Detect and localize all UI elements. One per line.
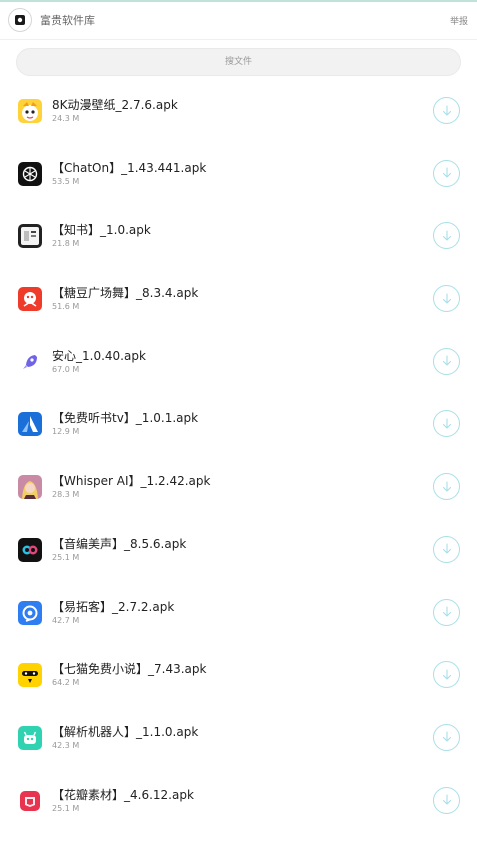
file-row[interactable]: 【ChatOn】_1.43.441.apk 53.5 M [0,141,477,204]
file-name: 8K动漫壁纸_2.7.6.apk [52,98,178,112]
file-size: 12.9 M [52,427,80,437]
download-button[interactable] [433,723,460,751]
file-row[interactable]: 安心_1.0.40.apk 67.0 M [0,329,477,392]
download-icon [439,165,455,181]
download-icon [439,792,455,808]
app-logo-icon[interactable] [8,8,32,32]
anime-wallpaper-icon [18,99,42,123]
file-row[interactable]: 【易拓客】_2.7.2.apk 42.7 M [0,580,477,643]
qimao-icon [18,663,42,688]
file-size: 25.1 M [52,552,80,562]
file-row[interactable]: 【免费听书tv】_1.0.1.apk 12.9 M [0,391,477,454]
file-name: 【七猫免费小说】_7.43.apk [52,662,207,677]
download-button[interactable] [433,347,460,375]
download-button[interactable] [433,598,460,626]
file-row[interactable]: 【音编美声】_8.5.6.apk 25.1 M [0,517,477,580]
file-row[interactable]: 【知书】_1.0.apk 21.8 M [0,203,477,266]
file-name: 【ChatOn】_1.43.441.apk [52,160,207,175]
download-button[interactable] [433,473,460,501]
file-name: 【知书】_1.0.apk [52,223,151,238]
file-row[interactable]: 【七猫免费小说】_7.43.apk 64.2 M [0,642,477,705]
file-name: 【糖豆广场舞】_8.3.4.apk [52,286,199,301]
file-name: 【音编美声】_8.5.6.apk [52,536,187,551]
file-row[interactable]: 8K动漫壁纸_2.7.6.apk 24.3 M [0,78,477,141]
download-icon [439,667,455,683]
file-name: 安心_1.0.40.apk [52,348,146,363]
download-icon [439,416,455,432]
file-size: 51.6 M [52,302,80,312]
download-button[interactable] [433,222,460,250]
tangdou-icon [18,287,42,312]
file-row[interactable]: 【糖豆广场舞】_8.3.4.apk 51.6 M [0,266,477,329]
download-button[interactable] [433,786,460,814]
download-button[interactable] [433,661,460,689]
file-row[interactable]: 【Whisper AI】_1.2.42.apk 28.3 M [0,454,477,517]
file-size: 42.7 M [52,615,80,625]
file-name: 【花瓣素材】_4.6.12.apk [52,787,194,802]
robot-icon [18,725,42,750]
search-input[interactable]: 搜文件 [16,48,461,76]
rocket-icon [18,349,42,374]
whisper-ai-icon [18,475,42,500]
download-button[interactable] [433,285,460,313]
download-icon [439,103,455,119]
download-button[interactable] [433,535,460,563]
app-title: 富贵软件库 [40,14,95,27]
file-size: 53.5 M [52,176,80,186]
download-icon [439,228,455,244]
file-size: 64.2 M [52,678,80,688]
header-bar: 富贵软件库 举报 [0,2,477,40]
download-button[interactable] [433,159,460,187]
file-size: 28.3 M [52,490,80,500]
download-icon [439,479,455,495]
download-icon [439,604,455,620]
download-icon [439,729,455,745]
file-size: 42.3 M [52,740,80,750]
file-size: 24.3 M [52,114,80,123]
yituoke-icon [18,600,42,625]
file-name: 【免费听书tv】_1.0.1.apk [52,411,199,426]
file-list: 8K动漫壁纸_2.7.6.apk 24.3 M 【ChatOn】_1.43.441.… [0,78,477,830]
download-icon [439,353,455,369]
file-size: 67.0 M [52,364,80,374]
file-row[interactable]: 【解析机器人】_1.1.0.apk 42.3 M [0,705,477,768]
file-name: 【易拓客】_2.7.2.apk [52,599,175,614]
chaton-icon [18,161,42,186]
audiobook-tv-icon [18,412,42,437]
file-size: 25.1 M [52,803,80,813]
download-icon [439,291,455,307]
download-icon [439,541,455,557]
file-row[interactable]: 【花瓣素材】_4.6.12.apk 25.1 M [0,768,477,831]
file-name: 【Whisper AI】_1.2.42.apk [52,474,211,489]
huaban-icon [18,788,42,813]
download-button[interactable] [433,410,460,438]
file-size: 21.8 M [52,239,80,249]
voice-editor-icon [18,537,42,562]
zhishu-icon [18,224,42,249]
file-name: 【解析机器人】_1.1.0.apk [52,724,199,739]
download-button[interactable] [433,97,460,124]
report-button[interactable]: 举报 [450,14,468,27]
